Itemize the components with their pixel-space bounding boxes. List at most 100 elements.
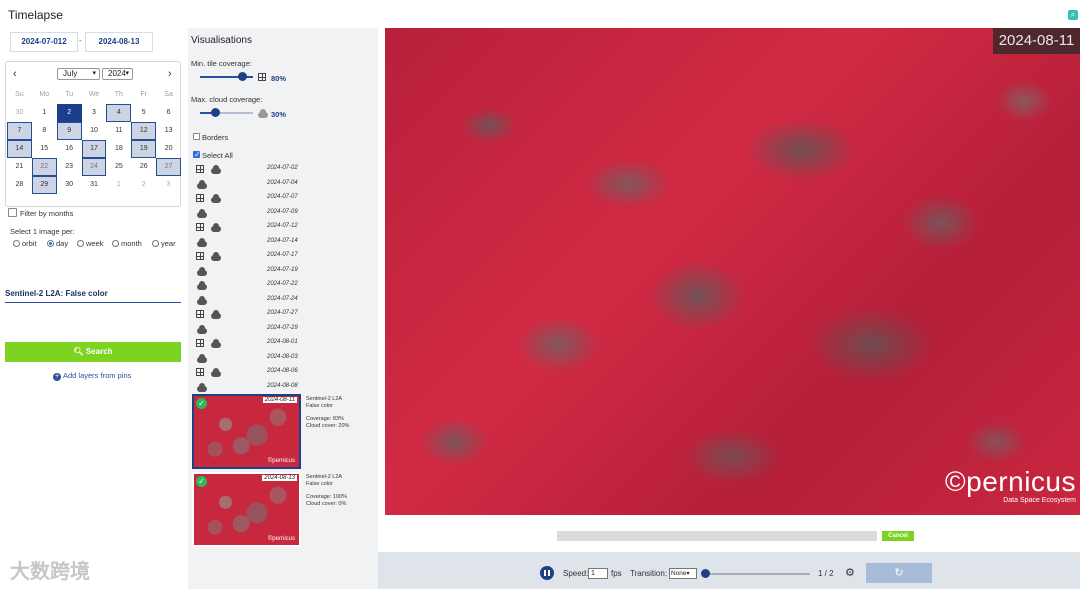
borders-label: Borders bbox=[202, 133, 229, 142]
date-list-item[interactable]: 2024-07-12 bbox=[267, 223, 298, 229]
min-tile-label: Min. tile coverage: bbox=[191, 59, 252, 68]
date-list-item[interactable]: 2024-07-22 bbox=[267, 281, 298, 287]
weekday-label: We bbox=[88, 91, 100, 98]
date-list-item[interactable]: 2024-07-19 bbox=[267, 267, 298, 273]
calendar-day[interactable]: 5 bbox=[131, 104, 156, 122]
date-list-item[interactable]: 2024-07-14 bbox=[267, 238, 298, 244]
search-button[interactable]: 🔍︎ Search bbox=[5, 342, 181, 362]
calendar-day[interactable]: 23 bbox=[57, 158, 82, 176]
cloud-icon bbox=[197, 179, 207, 189]
calendar-week: 7 8 9 10 11 12 13 bbox=[7, 122, 181, 140]
layer-title[interactable]: Sentinel-2 L2A: False color bbox=[5, 289, 181, 303]
calendar-day[interactable]: 9 bbox=[56, 122, 82, 140]
refresh-button[interactable]: ↻ bbox=[866, 563, 932, 583]
calendar-day[interactable]: 15 bbox=[32, 140, 57, 158]
select-all-label: Select All bbox=[202, 151, 233, 160]
calendar-day[interactable]: 28 bbox=[7, 176, 32, 194]
radio-label-week: week bbox=[86, 239, 104, 248]
gear-icon[interactable]: ⚙ bbox=[845, 566, 855, 579]
radio-year[interactable] bbox=[152, 240, 159, 247]
calendar-day[interactable]: 2 bbox=[56, 104, 82, 122]
date-list-item[interactable]: 2024-07-29 bbox=[267, 325, 298, 331]
calendar-day[interactable]: 19 bbox=[131, 140, 157, 158]
borders-checkbox[interactable] bbox=[193, 133, 200, 140]
date-list-item[interactable]: 2024-07-04 bbox=[267, 180, 298, 186]
calendar-day[interactable]: 30 bbox=[57, 176, 82, 194]
calendar-day[interactable]: 1 bbox=[32, 104, 57, 122]
calendar-day[interactable]: 20 bbox=[156, 140, 181, 158]
calendar-day[interactable]: 7 bbox=[7, 122, 32, 140]
calendar-day[interactable]: 24 bbox=[81, 158, 107, 176]
calendar-day[interactable]: 1 bbox=[106, 176, 131, 194]
weekday-header: Su Mo Tu We Th Fr Sa bbox=[7, 86, 181, 104]
calendar-day[interactable]: 30 bbox=[7, 104, 32, 122]
date-to-input[interactable]: 2024-08-13 bbox=[85, 32, 153, 52]
check-icon[interactable]: ✓ bbox=[196, 398, 207, 409]
date-list-item[interactable]: 2024-07-07 bbox=[267, 194, 298, 200]
calendar: ‹ July ▾ 2024 ▾ › Su Mo Tu We Th Fr Sa 30 1 2 3 4 5 6… bbox=[5, 61, 182, 207]
radio-week[interactable] bbox=[77, 240, 84, 247]
zoom-icon[interactable]: ⌕ bbox=[1068, 10, 1078, 20]
next-month-icon[interactable]: › bbox=[168, 68, 172, 80]
calendar-day[interactable]: 31 bbox=[82, 176, 107, 194]
timeline-slider[interactable] bbox=[705, 573, 810, 575]
thumbnail-visualisation: False color bbox=[306, 403, 333, 409]
date-from-input[interactable]: 2024-07-012 bbox=[10, 32, 78, 52]
fps-input[interactable]: 1 bbox=[588, 568, 608, 579]
thumbnail[interactable]: ✓ 2024-08-13 ©pernicus bbox=[192, 472, 301, 547]
radio-orbit[interactable] bbox=[13, 240, 20, 247]
player-controls: Speed: 1 fps Transition: None▾ 1 / 2 ⚙ ↻ bbox=[378, 552, 1080, 589]
radio-month[interactable] bbox=[112, 240, 119, 247]
min-tile-slider-knob[interactable] bbox=[238, 72, 247, 81]
calendar-day[interactable]: 29 bbox=[31, 176, 57, 194]
timeline-slider-knob[interactable] bbox=[701, 569, 710, 578]
filter-by-months-checkbox[interactable] bbox=[8, 208, 17, 217]
check-icon[interactable]: ✓ bbox=[196, 476, 207, 487]
date-list-item[interactable]: 2024-08-08 bbox=[267, 383, 298, 389]
calendar-day[interactable]: 12 bbox=[131, 122, 157, 140]
calendar-day[interactable]: 4 bbox=[106, 104, 132, 122]
add-layers-link[interactable]: + Add layers from pins bbox=[53, 371, 131, 381]
calendar-day[interactable]: 26 bbox=[131, 158, 156, 176]
radio-day[interactable] bbox=[47, 240, 54, 247]
calendar-day[interactable]: 3 bbox=[82, 104, 107, 122]
thumbnail[interactable]: ✓ 2024-08-11 ©pernicus bbox=[192, 394, 301, 469]
calendar-day[interactable]: 3 bbox=[156, 176, 181, 194]
weekday-label: Su bbox=[15, 91, 24, 98]
prev-month-icon[interactable]: ‹ bbox=[13, 68, 17, 80]
max-cloud-slider-knob[interactable] bbox=[211, 108, 220, 117]
thumbnail-logo: ©pernicus bbox=[267, 458, 295, 464]
calendar-day[interactable]: 22 bbox=[31, 158, 57, 176]
calendar-day[interactable]: 25 bbox=[106, 158, 131, 176]
export-progress-bar bbox=[557, 531, 877, 541]
calendar-day[interactable]: 2 bbox=[131, 176, 156, 194]
cancel-button[interactable]: Cancel bbox=[882, 531, 914, 541]
cloud-icon bbox=[197, 281, 207, 290]
calendar-day[interactable]: 16 bbox=[57, 140, 82, 158]
date-list-item[interactable]: 2024-07-24 bbox=[267, 296, 298, 302]
pause-icon[interactable] bbox=[540, 566, 554, 580]
date-list-item[interactable]: 2024-07-09 bbox=[267, 209, 298, 215]
calendar-day[interactable]: 27 bbox=[156, 158, 182, 176]
calendar-day[interactable]: 18 bbox=[106, 140, 131, 158]
filter-by-months-label: Filter by months bbox=[20, 209, 74, 218]
date-list-item[interactable]: 2024-08-03 bbox=[267, 354, 298, 360]
month-select[interactable]: July ▾ bbox=[57, 68, 100, 80]
date-list-item[interactable]: 2024-07-27 bbox=[267, 310, 298, 316]
tile-icon bbox=[196, 194, 204, 202]
select-all-checkbox[interactable] bbox=[193, 150, 201, 159]
calendar-day[interactable]: 11 bbox=[106, 122, 131, 140]
calendar-day[interactable]: 6 bbox=[156, 104, 181, 122]
date-list-item[interactable]: 2024-08-01 bbox=[267, 339, 298, 345]
calendar-day[interactable]: 13 bbox=[156, 122, 181, 140]
calendar-day[interactable]: 21 bbox=[7, 158, 32, 176]
date-list-item[interactable]: 2024-07-17 bbox=[267, 252, 298, 258]
calendar-day[interactable]: 10 bbox=[82, 122, 107, 140]
calendar-day[interactable]: 17 bbox=[81, 140, 107, 158]
year-select[interactable]: 2024 ▾ bbox=[102, 68, 133, 80]
date-list-item[interactable]: 2024-07-02 bbox=[267, 165, 298, 171]
calendar-day[interactable]: 14 bbox=[7, 140, 32, 158]
transition-select[interactable]: None▾ bbox=[669, 568, 697, 579]
calendar-day[interactable]: 8 bbox=[32, 122, 57, 140]
date-list-item[interactable]: 2024-08-06 bbox=[267, 368, 298, 374]
